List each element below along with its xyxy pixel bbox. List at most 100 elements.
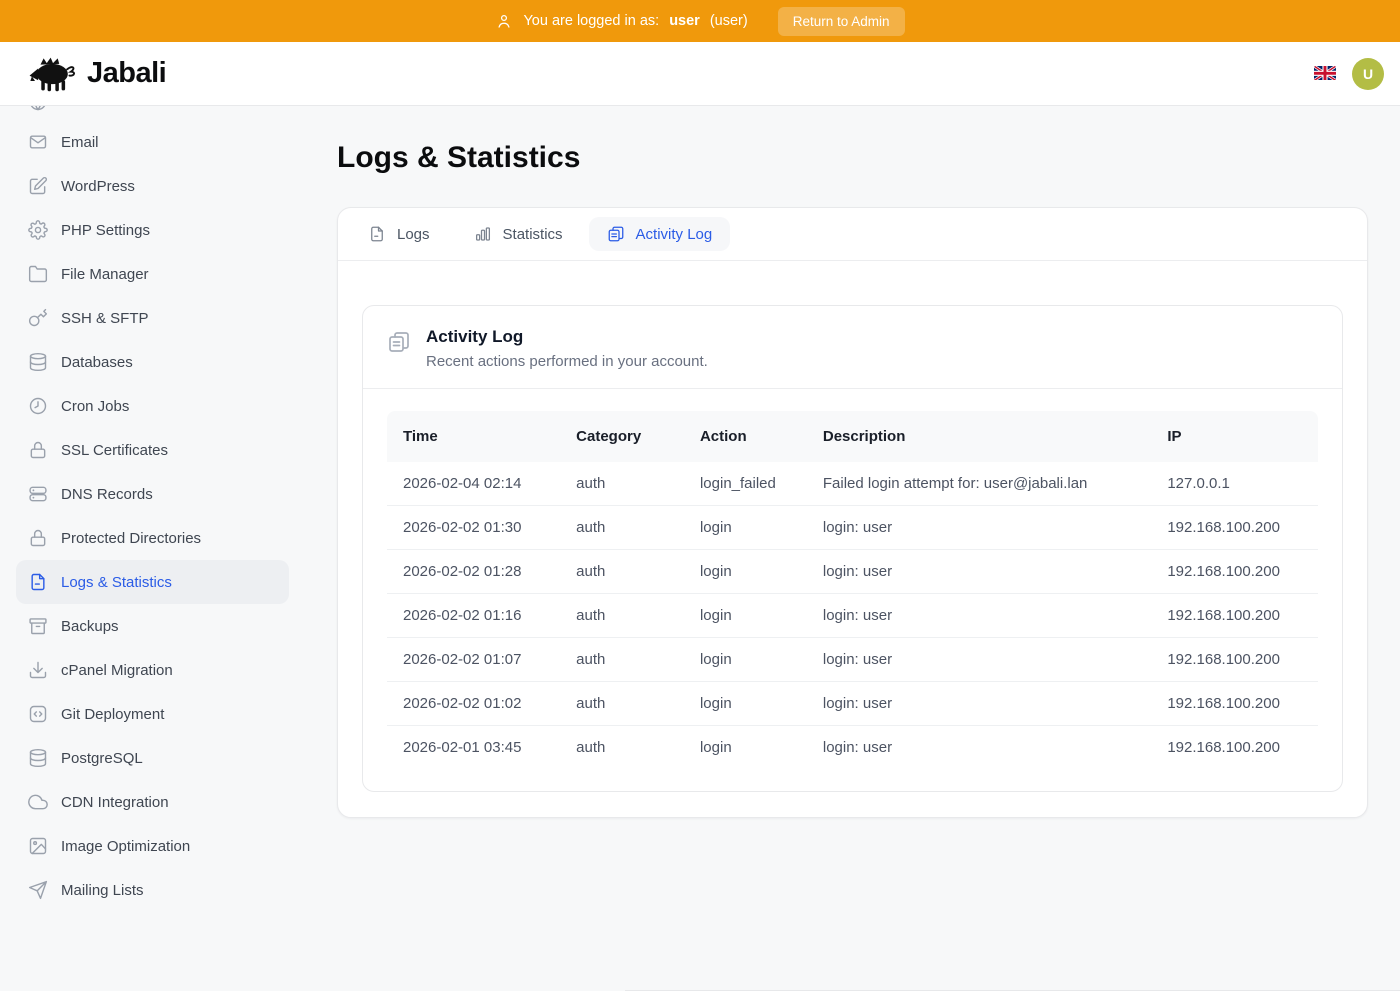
download-icon bbox=[28, 660, 48, 680]
send-icon bbox=[28, 880, 48, 900]
sidebar-item-logs-statistics[interactable]: Logs & Statistics bbox=[16, 560, 289, 604]
table-cell-description: login: user bbox=[807, 681, 1151, 725]
table-row: 2026-02-01 03:45authloginlogin: user192.… bbox=[387, 725, 1318, 769]
table-cell-time: 2026-02-02 01:16 bbox=[387, 593, 560, 637]
tab-logs[interactable]: Logs bbox=[350, 217, 448, 251]
table-row: 2026-02-02 01:07authloginlogin: user192.… bbox=[387, 637, 1318, 681]
table-cell-action: login bbox=[684, 725, 807, 769]
sidebar-item-php-settings[interactable]: PHP Settings bbox=[16, 208, 289, 252]
sidebar-item-cron-jobs[interactable]: Cron Jobs bbox=[16, 384, 289, 428]
logged-in-role: (user) bbox=[710, 13, 748, 29]
clock-icon bbox=[28, 396, 48, 416]
sidebar-item-label: cPanel Migration bbox=[61, 662, 173, 679]
logged-in-username: user bbox=[669, 13, 700, 29]
sidebar-item-label: Email bbox=[61, 134, 99, 151]
table-cell-action: login bbox=[684, 549, 807, 593]
sidebar-item-mailing-lists[interactable]: Mailing Lists bbox=[16, 868, 289, 900]
table-cell-description: login: user bbox=[807, 725, 1151, 769]
table-cell-action: login_failed bbox=[684, 462, 807, 505]
sidebar-item-cdn-integration[interactable]: CDN Integration bbox=[16, 780, 289, 824]
tab-label: Activity Log bbox=[636, 226, 713, 243]
tab-label: Statistics bbox=[503, 226, 563, 243]
tab-activity-log[interactable]: Activity Log bbox=[589, 217, 731, 251]
table-cell-action: login bbox=[684, 593, 807, 637]
lock-icon bbox=[28, 528, 48, 548]
table-cell-ip: 127.0.0.1 bbox=[1151, 462, 1318, 505]
table-cell-action: login bbox=[684, 505, 807, 549]
table-row: 2026-02-02 01:02authloginlogin: user192.… bbox=[387, 681, 1318, 725]
sidebar-item-git-deployment[interactable]: Git Deployment bbox=[16, 692, 289, 736]
sidebar-item-image-optimization[interactable]: Image Optimization bbox=[16, 824, 289, 868]
table-cell-time: 2026-02-04 02:14 bbox=[387, 462, 560, 505]
panel-subtitle: Recent actions performed in your account… bbox=[426, 353, 708, 370]
table-cell-ip: 192.168.100.200 bbox=[1151, 549, 1318, 593]
sidebar-item-dns-records[interactable]: DNS Records bbox=[16, 472, 289, 516]
language-flag-icon[interactable] bbox=[1314, 66, 1336, 82]
table-cell-description: login: user bbox=[807, 593, 1151, 637]
table-cell-category: auth bbox=[560, 637, 684, 681]
table-cell-ip: 192.168.100.200 bbox=[1151, 593, 1318, 637]
image-icon bbox=[28, 836, 48, 856]
table-cell-ip: 192.168.100.200 bbox=[1151, 725, 1318, 769]
sidebar-item-label: Logs & Statistics bbox=[61, 574, 172, 591]
sidebar-item-label: Backups bbox=[61, 618, 119, 635]
logged-in-text: You are logged in as: bbox=[523, 13, 659, 29]
table-cell-description: login: user bbox=[807, 637, 1151, 681]
table-cell-action: login bbox=[684, 681, 807, 725]
table-row: 2026-02-02 01:30authloginlogin: user192.… bbox=[387, 505, 1318, 549]
sidebar-item-postgresql[interactable]: PostgreSQL bbox=[16, 736, 289, 780]
server-icon bbox=[28, 484, 48, 504]
clipboard-icon bbox=[387, 330, 411, 354]
file-icon bbox=[368, 225, 386, 243]
globe-icon bbox=[28, 106, 48, 112]
table-cell-ip: 192.168.100.200 bbox=[1151, 637, 1318, 681]
key-icon bbox=[28, 308, 48, 328]
sidebar-item-label: SSH & SFTP bbox=[61, 310, 149, 327]
edit-icon bbox=[28, 176, 48, 196]
cloud-icon bbox=[28, 792, 48, 812]
activity-log-table: TimeCategoryActionDescriptionIP 2026-02-… bbox=[387, 411, 1318, 769]
table-cell-time: 2026-02-02 01:30 bbox=[387, 505, 560, 549]
document-icon bbox=[28, 572, 48, 592]
sidebar-item-protected-directories[interactable]: Protected Directories bbox=[16, 516, 289, 560]
sidebar-item-label: CDN Integration bbox=[61, 794, 169, 811]
table-cell-category: auth bbox=[560, 462, 684, 505]
panel-title: Activity Log bbox=[426, 326, 708, 348]
page-title: Logs & Statistics bbox=[337, 140, 1368, 176]
sidebar-item-ssl-certificates[interactable]: SSL Certificates bbox=[16, 428, 289, 472]
sidebar-item-databases[interactable]: Databases bbox=[16, 340, 289, 384]
table-cell-description: login: user bbox=[807, 505, 1151, 549]
sidebar-item-email[interactable]: Email bbox=[16, 120, 289, 164]
sidebar-item-ssh-sftp[interactable]: SSH & SFTP bbox=[16, 296, 289, 340]
brand-logo-link[interactable]: Jabali bbox=[28, 55, 166, 93]
sidebar-item-label: PostgreSQL bbox=[61, 750, 143, 767]
sidebar-item-cpanel-migration[interactable]: cPanel Migration bbox=[16, 648, 289, 692]
sidebar-item-backups[interactable]: Backups bbox=[16, 604, 289, 648]
sidebar-item-label: File Manager bbox=[61, 266, 149, 283]
table-cell-category: auth bbox=[560, 549, 684, 593]
clipboard-icon bbox=[607, 225, 625, 243]
sidebar-item-partial[interactable] bbox=[16, 106, 289, 124]
sidebar-item-label: Databases bbox=[61, 354, 133, 371]
table-cell-description: login: user bbox=[807, 549, 1151, 593]
activity-log-panel: Activity Log Recent actions performed in… bbox=[362, 305, 1343, 792]
table-cell-description: Failed login attempt for: user@jabali.la… bbox=[807, 462, 1151, 505]
tabs-card: Logs Statistics Activity Log Activity Log … bbox=[337, 207, 1368, 818]
impersonation-banner: You are logged in as: user (user) Return… bbox=[0, 0, 1400, 42]
person-icon bbox=[495, 12, 513, 30]
return-to-admin-button[interactable]: Return to Admin bbox=[778, 7, 905, 36]
table-cell-ip: 192.168.100.200 bbox=[1151, 681, 1318, 725]
brand-name: Jabali bbox=[87, 57, 166, 90]
sidebar-item-label: Image Optimization bbox=[61, 838, 190, 855]
sidebar-item-file-manager[interactable]: File Manager bbox=[16, 252, 289, 296]
main-content: Logs & Statistics Logs Statistics Activity… bbox=[305, 106, 1400, 900]
tab-label: Logs bbox=[397, 226, 430, 243]
tab-list: Logs Statistics Activity Log bbox=[338, 208, 1367, 261]
archive-icon bbox=[28, 616, 48, 636]
sidebar-item-wordpress[interactable]: WordPress bbox=[16, 164, 289, 208]
tab-statistics[interactable]: Statistics bbox=[456, 217, 581, 251]
table-header-row: TimeCategoryActionDescriptionIP bbox=[387, 411, 1318, 462]
user-avatar[interactable]: U bbox=[1352, 58, 1384, 90]
table-cell-category: auth bbox=[560, 725, 684, 769]
chart-icon bbox=[474, 225, 492, 243]
